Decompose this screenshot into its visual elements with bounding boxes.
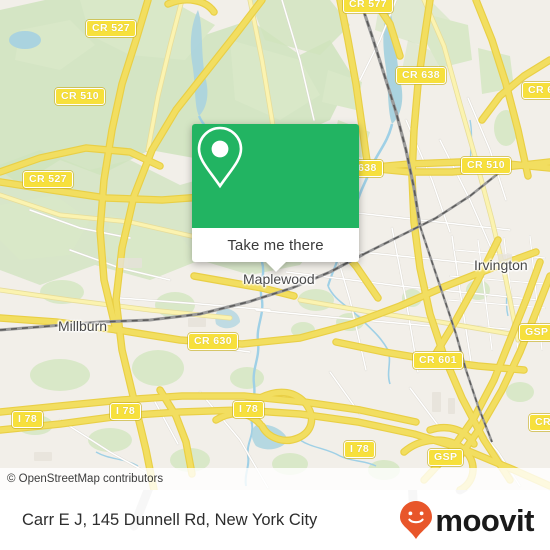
- place-label-maplewood: Maplewood: [243, 271, 315, 287]
- map-pin-icon: [197, 126, 243, 189]
- road-shield: I 78: [233, 401, 265, 418]
- road-shield: GSP: [519, 324, 550, 341]
- road-shield: CR 6: [522, 82, 550, 99]
- popup-tail-pointer: [264, 261, 287, 272]
- road-shield: I 78: [12, 411, 44, 428]
- road-shield: I 78: [110, 403, 142, 420]
- place-label-irvington: Irvington: [474, 257, 528, 273]
- osm-attribution[interactable]: © OpenStreetMap contributors: [0, 468, 550, 490]
- road-shield: CR 601: [413, 352, 464, 369]
- moovit-logo[interactable]: moovit: [399, 500, 534, 540]
- popup-footer[interactable]: Take me there: [192, 228, 359, 272]
- address-label: Carr E J, 145 Dunnell Rd, New York City: [22, 510, 318, 529]
- location-popup-card[interactable]: Take me there: [192, 124, 359, 272]
- road-shield: CR 638: [396, 67, 447, 84]
- road-shield: GSP: [428, 449, 464, 466]
- place-label-millburn: Millburn: [58, 318, 108, 334]
- road-shield: CR 527: [23, 171, 74, 188]
- bottom-info-bar: Carr E J, 145 Dunnell Rd, New York City …: [0, 490, 550, 550]
- moovit-pin-smiley-icon: [400, 501, 433, 539]
- road-shield: CR 577: [343, 0, 394, 13]
- moovit-wordmark: moovit: [435, 502, 534, 538]
- map-canvas[interactable]: .wt { fill:none; stroke:#9fd0e6; } .wp {…: [0, 0, 550, 490]
- road-shield: CR 510: [55, 88, 106, 105]
- road-shield: CR 510: [461, 157, 512, 174]
- map-screenshot: .wt { fill:none; stroke:#9fd0e6; } .wp {…: [0, 0, 550, 550]
- road-shield: I 78: [344, 441, 376, 458]
- take-me-there-label: Take me there: [227, 236, 324, 254]
- road-shield: CR 630: [188, 333, 239, 350]
- popup-header: [192, 124, 359, 228]
- road-shield: CR: [529, 414, 550, 431]
- road-shield: CR 527: [86, 20, 137, 37]
